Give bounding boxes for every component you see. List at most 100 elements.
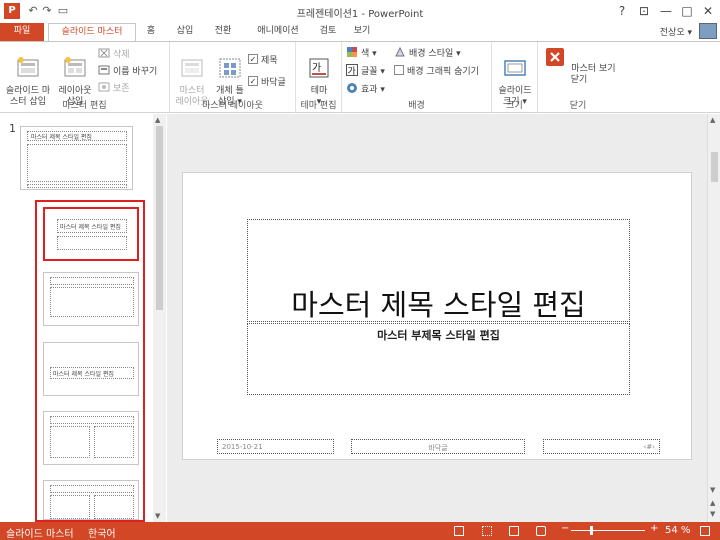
preserve-icon xyxy=(98,82,110,92)
title-checkbox[interactable]: ✓ 제목 xyxy=(248,52,278,66)
group-label-background: 배경 xyxy=(408,101,425,111)
layout-two-left xyxy=(50,426,90,458)
group-theme-edit: 가 테마 ▾ 테마 편집 xyxy=(296,42,342,113)
layout-section-text: 마스터 제목 스타일 편집 xyxy=(53,371,114,378)
scroll-up-arrow-icon[interactable]: ▲ xyxy=(155,116,160,124)
user-name[interactable]: 전상오 ▾ xyxy=(660,25,692,38)
slide-scrollbar-thumb[interactable] xyxy=(711,152,718,182)
close-master-view-icon xyxy=(546,48,565,66)
tab-slide-master[interactable]: 슬라이드 마스터 xyxy=(48,23,136,42)
colors-label: 색 ▾ xyxy=(361,48,377,59)
themes-icon: 가 xyxy=(309,58,329,78)
tab-transitions[interactable]: 전환 xyxy=(208,23,238,41)
title-placeholder[interactable]: 마스터 제목 스타일 편집 xyxy=(247,219,630,322)
background-styles-icon xyxy=(395,46,405,57)
slideshow-icon[interactable] xyxy=(536,526,546,536)
zoom-level[interactable]: 54 % xyxy=(665,525,690,536)
date-placeholder[interactable]: 2015-10-21 xyxy=(217,439,334,454)
tab-view[interactable]: 보기 xyxy=(348,23,376,41)
footer-checkbox-label: 바닥글 xyxy=(261,77,286,88)
main-scroll-down-icon[interactable]: ▼ xyxy=(710,486,715,494)
tab-animations[interactable]: 애니메이션 xyxy=(248,23,308,41)
main-scroll-up-icon[interactable]: ▲ xyxy=(710,116,715,124)
tab-insert[interactable]: 삽입 xyxy=(170,23,200,41)
subtitle-placeholder[interactable]: 마스터 부제목 스타일 편집 xyxy=(247,323,630,395)
delete-button[interactable]: 삭제 xyxy=(98,46,130,60)
footer-checkbox[interactable]: ✓ 바닥글 xyxy=(248,74,286,88)
footer-placeholder[interactable]: 바닥글 xyxy=(351,439,525,454)
background-styles-button[interactable]: 배경 스타일 ▾ xyxy=(394,45,461,59)
slide-canvas[interactable]: 마스터 제목 스타일 편집 마스터 부제목 스타일 편집 2015-10-21 … xyxy=(182,172,692,460)
close-master-view-label: 마스터 보기 닫기 xyxy=(570,64,616,85)
thumbnail-slide-master[interactable]: 마스터 제목 스타일 편집 xyxy=(20,126,133,190)
slide-number-placeholder[interactable]: ‹#› xyxy=(543,439,660,454)
reading-view-icon[interactable] xyxy=(509,526,519,536)
group-label-size: 크기 xyxy=(506,101,523,111)
slide-sorter-icon[interactable] xyxy=(482,526,492,536)
zoom-slider[interactable] xyxy=(571,530,645,531)
tab-file[interactable]: 파일 xyxy=(0,23,44,41)
insert-layout-icon xyxy=(64,57,86,77)
hide-background-graphics-checkbox[interactable]: 배경 그래픽 숨기기 xyxy=(394,63,479,77)
slide-scrollbar[interactable]: ▲ ▼ ▲ ▼ xyxy=(707,114,720,522)
zoom-in-button[interactable]: + xyxy=(650,523,658,534)
group-background: 색 ▾ 가 글꼴 ▾ 효과 ▾ 배경 스타일 ▾ 배경 그래픽 숨기기 배경 xyxy=(342,42,492,113)
colors-button[interactable]: 색 ▾ xyxy=(346,45,377,59)
zoom-slider-handle[interactable] xyxy=(589,526,593,535)
footer-text: 바닥글 xyxy=(428,444,448,452)
preserve-button[interactable]: 보존 xyxy=(98,80,130,94)
thumbnail-layout-content[interactable] xyxy=(43,272,139,326)
help-button[interactable]: ? xyxy=(612,2,632,20)
thumbnail-layout-section[interactable]: 마스터 제목 스타일 편집 xyxy=(43,342,139,396)
title-bar: P ↶ ↷ ▭ 프레젠테이션1 - PowerPoint ? ⊡ — □ ✕ xyxy=(0,0,720,23)
insert-placeholder-icon xyxy=(219,58,241,78)
title-check-icon: ✓ xyxy=(248,54,258,64)
status-language[interactable]: 한국어 xyxy=(88,525,116,540)
fonts-button[interactable]: 가 글꼴 ▾ xyxy=(346,63,385,77)
layout-two-title xyxy=(50,416,134,424)
close-master-view-button[interactable]: 마스터 보기 닫기 xyxy=(542,45,616,86)
layout-compare-title xyxy=(50,485,134,493)
thumbnail-pane[interactable]: 1 마스터 제목 스타일 편집 마스터 제목 스타일 편집 마스터 제목 스타일… xyxy=(0,114,166,522)
fit-to-window-icon[interactable] xyxy=(700,526,710,536)
maximize-button[interactable]: □ xyxy=(677,2,697,20)
slide-size-icon xyxy=(504,60,526,76)
avatar[interactable] xyxy=(699,23,717,39)
slide-subtitle: 마스터 부제목 스타일 편집 xyxy=(377,329,500,342)
thumbnail-scrollbar[interactable]: ▲ ▼ xyxy=(153,114,166,522)
notes-view-icon[interactable] xyxy=(454,526,464,536)
status-bar: 슬라이드 마스터 한국어 − + 54 % xyxy=(0,522,720,540)
zoom-out-button[interactable]: − xyxy=(561,523,569,534)
ribbon-tabs: 파일 슬라이드 마스터 홈 삽입 전환 애니메이션 검토 보기 전상오 ▾ xyxy=(0,23,720,42)
slide-number-text: ‹#› xyxy=(643,443,655,451)
layout-title-text: 마스터 제목 스타일 편집 xyxy=(60,224,121,231)
thumbnail-layout-title[interactable]: 마스터 제목 스타일 편집 xyxy=(43,207,139,261)
group-label-close: 닫기 xyxy=(569,101,587,111)
ribbon: 슬라이드 마 스터 삽입 레이아웃 삽입 삭제 이름 바꾸기 보존 마스터 편집… xyxy=(0,41,720,113)
footer-check-icon: ✓ xyxy=(248,76,258,86)
close-button[interactable]: ✕ xyxy=(698,2,718,20)
prev-slide-icon[interactable]: ▲ xyxy=(710,499,715,507)
rename-button[interactable]: 이름 바꾸기 xyxy=(98,63,157,77)
layout-content-body xyxy=(50,287,134,317)
group-master-layout: 마스터 레이아웃 개체 틀 삽입 ▾ ✓ 제목 ✓ 바닥글 마스터 레이아웃 xyxy=(170,42,296,113)
effects-icon xyxy=(347,83,357,93)
layout-two-right xyxy=(94,426,134,458)
svg-text:가: 가 xyxy=(348,66,356,76)
scroll-down-arrow-icon[interactable]: ▼ xyxy=(155,512,160,520)
tab-review[interactable]: 검토 xyxy=(314,23,342,41)
tab-home[interactable]: 홈 xyxy=(140,23,162,41)
effects-label: 효과 ▾ xyxy=(361,84,385,95)
thumbnail-layout-comparison[interactable] xyxy=(43,480,139,520)
layout-subtitle-placeholder xyxy=(57,236,127,250)
thumbnail-scrollbar-thumb[interactable] xyxy=(156,126,163,310)
effects-button[interactable]: 효과 ▾ xyxy=(346,81,385,95)
group-label-master-edit: 마스터 편집 xyxy=(62,101,107,111)
status-mode: 슬라이드 마스터 xyxy=(6,529,74,540)
thumbnail-layout-two-content[interactable] xyxy=(43,411,139,465)
layout-content-title xyxy=(50,277,134,285)
ribbon-display-options-button[interactable]: ⊡ xyxy=(634,2,654,20)
colors-icon xyxy=(347,47,357,57)
minimize-button[interactable]: — xyxy=(656,2,676,20)
next-slide-icon[interactable]: ▼ xyxy=(710,510,715,518)
